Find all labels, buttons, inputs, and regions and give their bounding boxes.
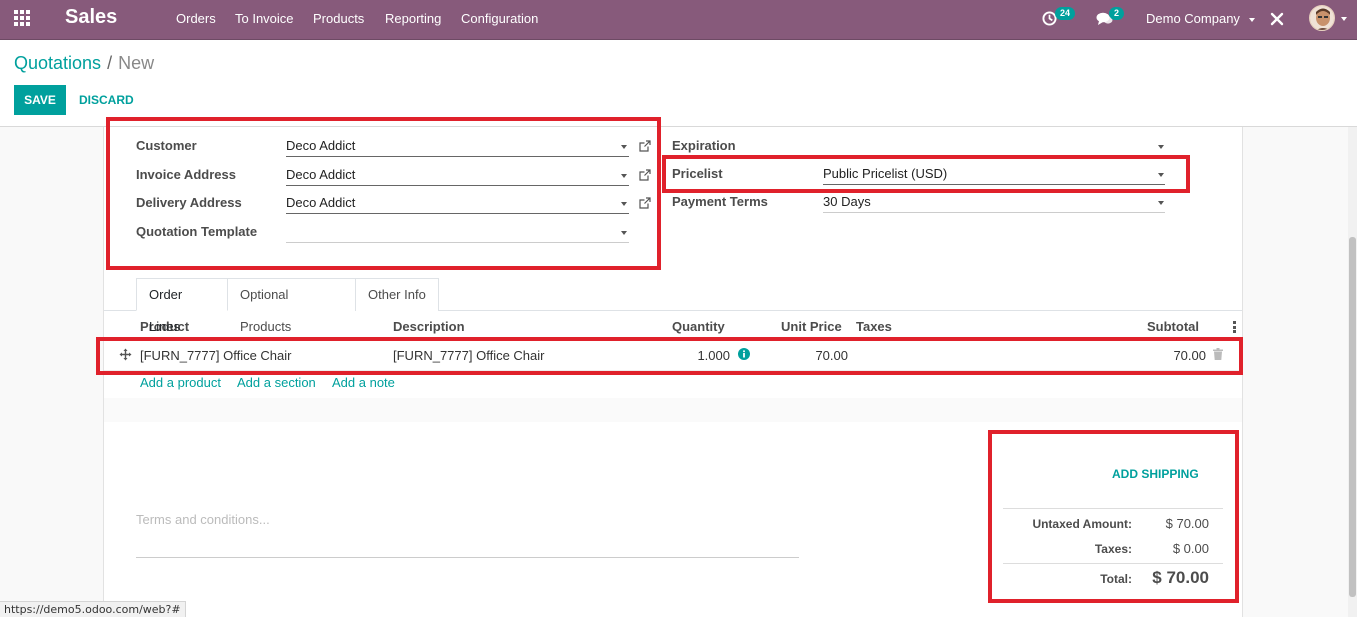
control-panel: Quotations / New SAVE DISCARD [0,40,1357,127]
activity-menu[interactable]: 24 [1042,0,1078,40]
breadcrumb-current: New [118,53,155,73]
status-url: https://demo5.odoo.com/web?# [0,601,186,617]
app-title[interactable]: Sales [65,6,117,29]
table-footer [104,398,1242,422]
company-switcher[interactable]: Demo Company [1146,11,1255,26]
activity-count-badge: 24 [1055,7,1076,20]
expiration-field[interactable] [823,135,1165,157]
highlight-pricelist [662,155,1190,193]
save-button[interactable]: SAVE [14,85,66,115]
col-taxes[interactable]: Taxes [856,319,892,334]
terms-input[interactable]: Terms and conditions... [136,512,270,527]
col-unit-price[interactable]: Unit Price [781,319,842,334]
col-quantity[interactable]: Quantity [672,319,725,334]
highlight-customer-section [106,117,661,270]
caret-down-icon[interactable] [1158,145,1164,149]
tab-other-info[interactable]: Other Info [355,278,439,311]
discard-button[interactable]: DISCARD [79,85,134,115]
menu-reporting[interactable]: Reporting [385,11,441,26]
debug-tools-icon[interactable] [1270,12,1284,26]
col-description[interactable]: Description [393,319,465,334]
menu-products[interactable]: Products [313,11,364,26]
tab-order-lines[interactable]: Order Lines [136,278,228,334]
top-navbar: Sales Orders To Invoice Products Reporti… [0,0,1357,40]
apps-grid-icon[interactable] [14,10,32,28]
caret-down-icon[interactable] [1158,201,1164,205]
breadcrumb-separator: / [107,53,113,73]
column-options-icon[interactable] [1233,321,1236,333]
expiration-label: Expiration [672,138,736,153]
add-product-link[interactable]: Add a product [140,375,221,390]
user-avatar[interactable] [1309,5,1335,31]
add-note-link[interactable]: Add a note [332,375,395,390]
caret-down-icon[interactable] [1341,17,1347,21]
add-section-link[interactable]: Add a section [237,375,316,390]
user-face-icon [1310,6,1334,30]
payment-terms-field[interactable]: 30 Days [823,191,1165,213]
terms-underline [136,557,799,558]
caret-down-icon [1248,17,1255,22]
scrollbar[interactable] [1348,127,1357,617]
tab-optional-products[interactable]: Optional Products [227,278,356,334]
highlight-order-line [96,337,1243,375]
highlight-totals [988,430,1239,603]
menu-to-invoice[interactable]: To Invoice [235,11,294,26]
menu-orders[interactable]: Orders [176,11,216,26]
breadcrumb: Quotations / New [14,53,154,74]
messaging-menu[interactable]: 2 [1096,0,1128,40]
payment-terms-label: Payment Terms [672,194,768,209]
menu-configuration[interactable]: Configuration [461,11,538,26]
scrollbar-thumb[interactable] [1349,237,1356,597]
breadcrumb-quotations[interactable]: Quotations [14,53,101,73]
col-subtotal[interactable]: Subtotal [1147,319,1199,334]
message-count-badge: 2 [1109,7,1125,20]
company-name: Demo Company [1146,11,1240,26]
